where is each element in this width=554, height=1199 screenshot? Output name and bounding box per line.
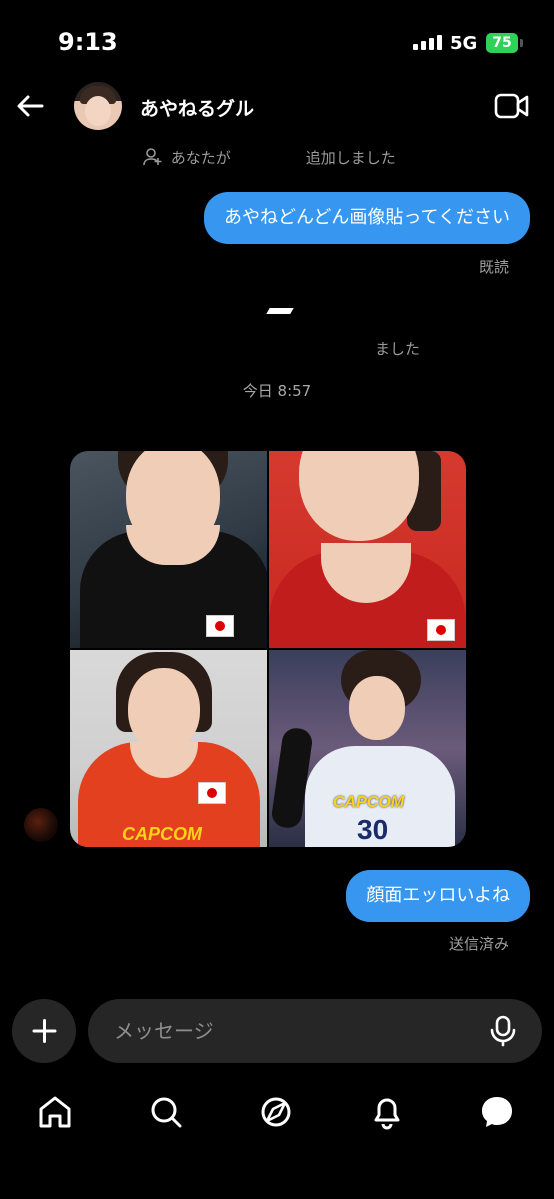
arrow-left-icon xyxy=(17,95,44,117)
outgoing-message[interactable]: あやねどんどん画像貼ってください xyxy=(203,192,530,244)
timestamp: 今日 8:57 xyxy=(242,382,312,400)
explore-icon[interactable] xyxy=(257,1093,295,1131)
photo-grid[interactable]: CAPCOM CAPCOM 30 xyxy=(70,451,466,847)
group-avatar[interactable] xyxy=(74,82,122,130)
photo-notice-text: ました xyxy=(375,340,421,358)
capcom-logo: CAPCOM xyxy=(333,794,405,811)
read-receipt: 既読 xyxy=(478,258,509,276)
microphone-icon xyxy=(490,1015,516,1047)
search-icon[interactable] xyxy=(147,1093,185,1131)
status-time: 9:13 xyxy=(58,28,118,56)
member-added-text: あなたが 追加しました xyxy=(170,149,396,167)
member-added-notice: あなたが 追加しました xyxy=(142,147,396,168)
video-call-button[interactable] xyxy=(494,92,530,120)
video-camera-icon xyxy=(494,93,529,119)
sender-avatar[interactable] xyxy=(24,808,58,842)
battery-cap xyxy=(520,39,523,47)
network-type: 5G xyxy=(450,33,478,54)
add-person-icon xyxy=(143,148,162,166)
message-composer[interactable]: メッセージ xyxy=(88,999,542,1063)
home-icon[interactable] xyxy=(36,1093,74,1131)
photo-1[interactable] xyxy=(70,451,267,648)
redaction-mark xyxy=(266,308,294,314)
back-button[interactable] xyxy=(12,88,48,124)
mic-button[interactable] xyxy=(488,1015,518,1047)
photo-2[interactable] xyxy=(269,451,466,648)
jersey-number: 30 xyxy=(357,814,389,845)
sent-status: 送信済み xyxy=(448,935,509,953)
messages-icon[interactable] xyxy=(478,1093,516,1131)
add-attachment-button[interactable] xyxy=(12,999,76,1063)
capcom-logo: CAPCOM xyxy=(122,824,202,844)
outgoing-message[interactable]: 顔面エッロいよね xyxy=(346,870,530,922)
photo-3[interactable]: CAPCOM xyxy=(70,650,267,847)
notifications-icon[interactable] xyxy=(368,1093,406,1131)
chat-title[interactable]: あやねるグル xyxy=(140,94,254,121)
battery-icon: 75 xyxy=(486,33,518,53)
message-input[interactable]: メッセージ xyxy=(114,999,214,1063)
signal-icon xyxy=(413,34,443,50)
photo-4[interactable]: CAPCOM 30 xyxy=(269,650,466,847)
